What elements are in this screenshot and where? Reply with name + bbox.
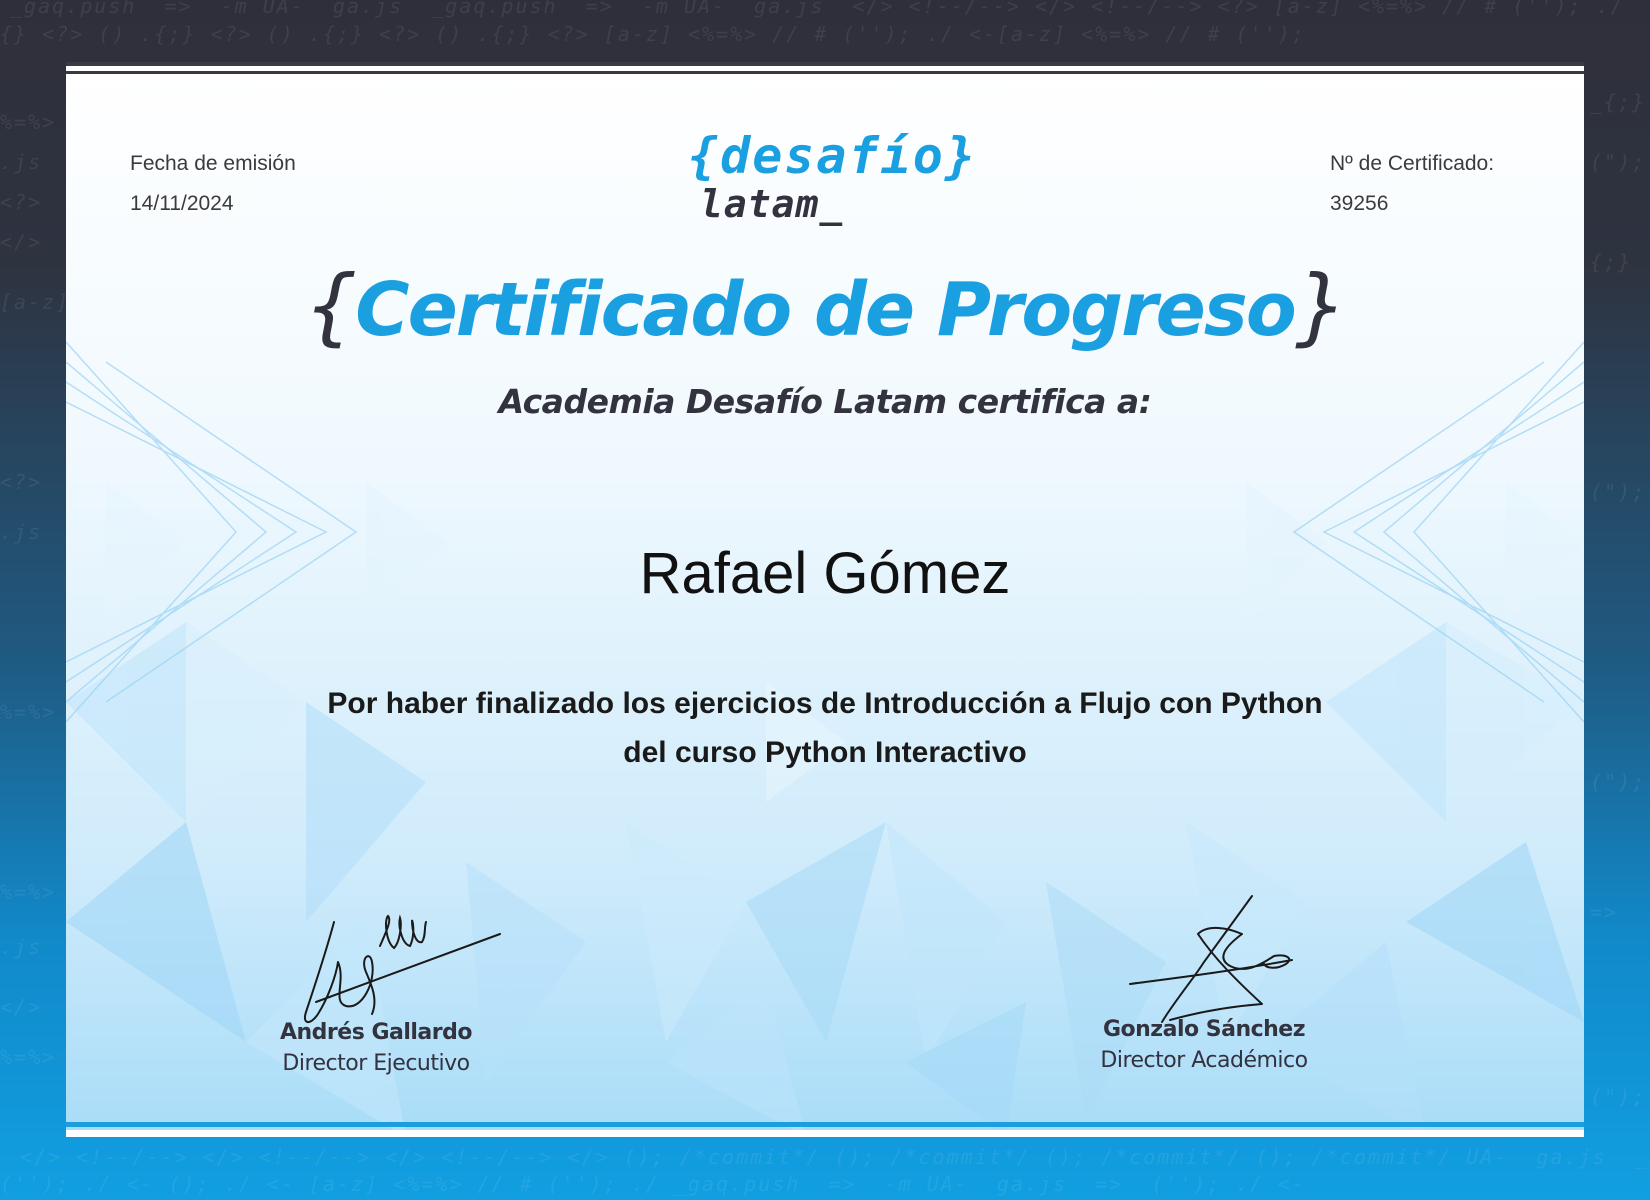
title-open-brace: { (303, 257, 357, 355)
signature-block-2: Gonzalo Sánchez Director Académico (1074, 1017, 1334, 1073)
title-text: Certificado de Progreso (355, 267, 1296, 353)
certificate-number-value: 39256 (1330, 192, 1389, 215)
bottom-border-gap (66, 1130, 1584, 1137)
description-line-1: Por haber finalizado los ejercicios de I… (327, 687, 1323, 720)
certificate-card: Fecha de emisión 14/11/2024 Nº de Certif… (66, 62, 1584, 1137)
recipient-name: Rafael Gómez (639, 541, 1011, 606)
certificate-number-label: Nº de Certificado: (1330, 152, 1495, 175)
title-close-brace: } (1294, 257, 1348, 355)
signer-1-role: Director Ejecutivo (282, 1051, 470, 1076)
logo-latam-text: latam_ (700, 182, 844, 226)
signature-block-1: Andrés Gallardo Director Ejecutivo (246, 1020, 506, 1076)
signer-2-name: Gonzalo Sánchez (1102, 1017, 1306, 1042)
issue-date-label: Fecha de emisión (130, 152, 296, 175)
issue-date-value: 14/11/2024 (130, 192, 234, 215)
bottom-border-line (66, 1122, 1584, 1127)
certifies-line: Academia Desafío Latam certifica a: (498, 382, 1152, 421)
top-border-line (66, 62, 1584, 66)
certificate-title: {Certificado de Progreso} (66, 257, 1584, 355)
logo-desafio-text: {desafío} (688, 127, 977, 185)
description-line-2: del curso Python Interactivo (623, 736, 1027, 769)
signer-2-role: Director Académico (1100, 1048, 1308, 1073)
signature-gonzalo-sanchez-image (1129, 895, 1293, 1023)
signer-1-name: Andrés Gallardo (279, 1020, 473, 1045)
desafio-latam-logo: {desafío} latam_ (688, 128, 977, 224)
top-border-line-inner (66, 71, 1584, 74)
